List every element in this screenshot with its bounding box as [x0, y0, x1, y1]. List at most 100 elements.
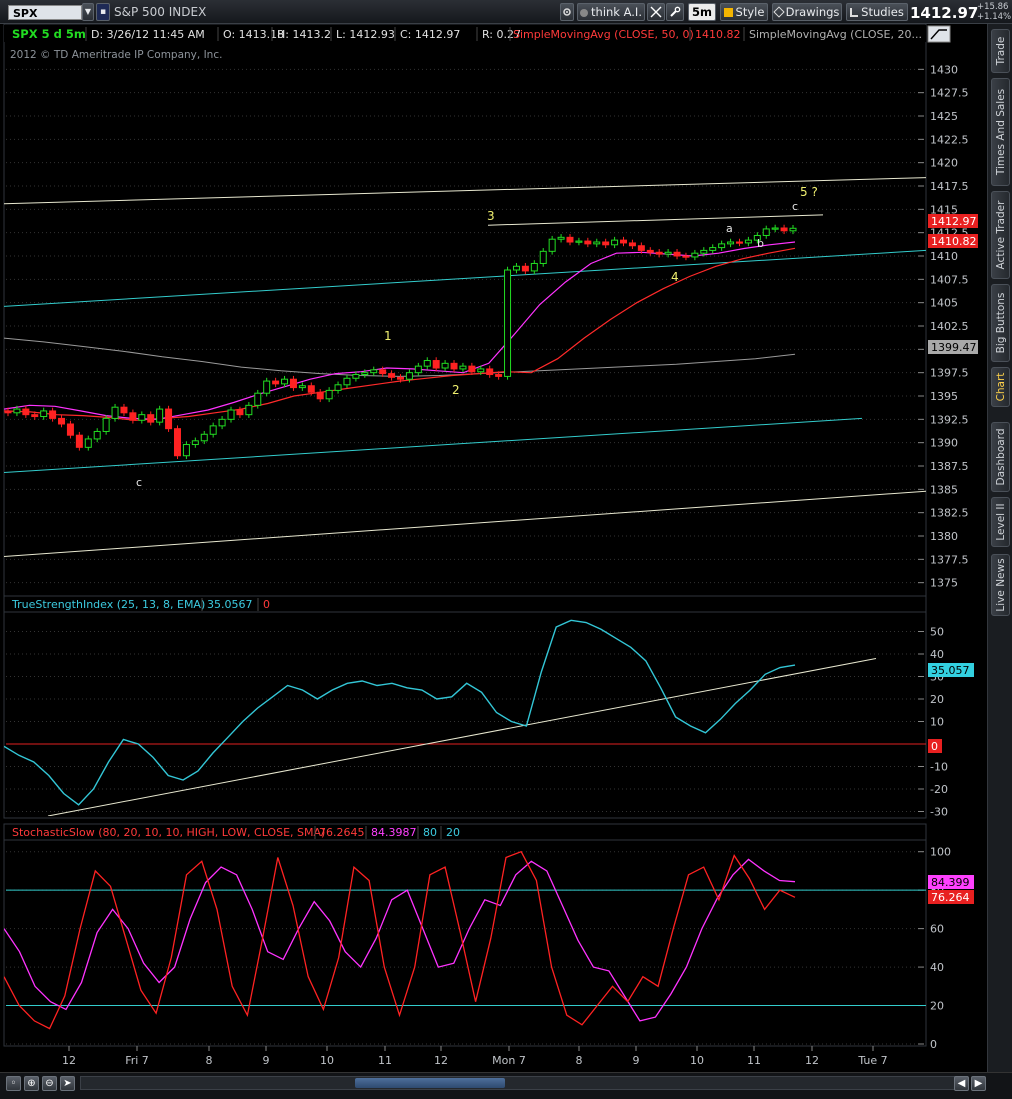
- stoch-tick-label: 40: [930, 961, 944, 974]
- time-scrollbar[interactable]: [80, 1076, 968, 1090]
- candle-body: [31, 414, 39, 418]
- candle-body: [334, 384, 342, 391]
- tab-active-trader-label: Active Trader: [994, 200, 1007, 270]
- chart-bottom-bar: ◦ ⊕ ⊖ ➤ ◀ ▶: [0, 1072, 1012, 1099]
- stoch-k-value: 76.2645: [319, 826, 365, 839]
- drawings-icon: [772, 6, 785, 18]
- wrench-icon[interactable]: [666, 3, 684, 21]
- tsi-zero: 0: [263, 598, 270, 611]
- drawings-button[interactable]: Drawings: [772, 3, 842, 21]
- candle-body: [611, 239, 619, 246]
- candle-body: [272, 380, 280, 385]
- tab-level-ii[interactable]: Level II: [991, 497, 1010, 547]
- stoch-tick-label: 60: [930, 923, 944, 936]
- stoch-oversold: 20: [446, 826, 460, 839]
- price-tick-label: 1390: [930, 437, 958, 450]
- candle-body: [156, 408, 164, 423]
- bar-high: H: 1413.2: [277, 28, 331, 41]
- time-tick-label: Fri 7: [125, 1054, 149, 1067]
- settings-icon[interactable]: [560, 3, 574, 21]
- candle-body: [218, 418, 226, 427]
- price-badge-text: 1412.97: [931, 215, 977, 228]
- tsi-tick-label: 40: [930, 648, 944, 661]
- tab-dashboard[interactable]: Dashboard: [991, 422, 1010, 492]
- copyright-text: 2012 © TD Ameritrade IP Company, Inc.: [10, 49, 222, 61]
- tsi-tick-label: -30: [930, 806, 948, 819]
- time-tick-label: 8: [206, 1054, 213, 1067]
- tab-active-trader[interactable]: Active Trader: [991, 191, 1010, 279]
- symbol-dropdown-button[interactable]: ▼: [82, 3, 94, 21]
- symbol-input[interactable]: SPX: [8, 5, 82, 20]
- tab-big-buttons[interactable]: Big Buttons: [991, 284, 1010, 362]
- candle-body: [539, 250, 547, 264]
- tsi-tick-label: -20: [930, 783, 948, 796]
- time-tick-label: Mon 7: [492, 1054, 526, 1067]
- candle-body: [13, 408, 21, 414]
- tab-live-news[interactable]: Live News: [991, 554, 1010, 616]
- candle-body: [361, 372, 369, 376]
- tab-big-buttons-label: Big Buttons: [994, 292, 1007, 354]
- autoscale-icon[interactable]: [927, 25, 951, 43]
- sma50-value: 1410.82: [695, 28, 741, 41]
- tsi-zero-badge-text: 0: [931, 740, 938, 753]
- candle-body: [495, 374, 503, 377]
- candle-body: [147, 414, 155, 423]
- style-icon: [723, 8, 733, 17]
- pointer-icon[interactable]: ➤: [60, 1076, 75, 1091]
- zoom-out-icon[interactable]: ⊖: [42, 1076, 57, 1091]
- tab-trade[interactable]: Trade: [991, 29, 1010, 73]
- zoom-in-icon[interactable]: ⊕: [24, 1076, 39, 1091]
- candle-body: [504, 269, 512, 377]
- scroll-left-icon[interactable]: ◀: [954, 1076, 969, 1091]
- candle-body: [263, 380, 271, 394]
- bar-open: O: 1413.18: [223, 28, 284, 41]
- candle-body: [316, 391, 324, 400]
- tsi-value: 35.0567: [207, 598, 253, 611]
- time-tick-label: 9: [263, 1054, 270, 1067]
- time-axis: 12 Fri 7 8 9 10 11 12 Mon 7 8 9 10 11 12 Tue 7: [4, 1046, 926, 1072]
- expand-icon[interactable]: [647, 3, 665, 21]
- candle-body: [575, 240, 583, 243]
- cursor-mode-icon[interactable]: ◦: [6, 1076, 21, 1091]
- candle-body: [709, 247, 717, 251]
- candle-body: [744, 239, 752, 244]
- tab-chart[interactable]: Chart: [991, 367, 1010, 407]
- stoch-k-badge-text: 76.264: [931, 891, 970, 904]
- price-info-header: SPX 5 d 5m D: 3/26/12 11:45 AM O: 1413.1…: [4, 25, 951, 43]
- timeframe-selector[interactable]: 5m: [688, 3, 716, 21]
- tab-times-and-sales[interactable]: Times And Sales: [991, 78, 1010, 186]
- candle-body: [628, 242, 636, 247]
- candle-body: [620, 239, 628, 244]
- candle-body: [4, 410, 12, 414]
- price-panel: [3, 24, 927, 609]
- candle-body: [209, 425, 217, 435]
- candle-body: [22, 408, 30, 416]
- wave-label-c-lower: c: [136, 476, 142, 489]
- candle-body: [129, 412, 137, 421]
- candle-body: [566, 236, 574, 243]
- candle-body: [771, 227, 779, 230]
- time-tick-label: Tue 7: [857, 1054, 887, 1067]
- stoch-overbought: 80: [423, 826, 437, 839]
- candle-body: [459, 365, 467, 370]
- wave-label-1: 1: [384, 329, 392, 343]
- price-tick-label: 1427.5: [930, 87, 969, 100]
- time-scrollbar-thumb[interactable]: [355, 1078, 505, 1088]
- candle-body: [245, 404, 253, 416]
- studies-button[interactable]: Studies: [846, 3, 908, 21]
- tab-chart-label: Chart: [994, 372, 1007, 402]
- candle-body: [441, 362, 449, 369]
- candle-body: [602, 241, 610, 246]
- stoch-header: StochasticSlow (80, 20, 10, 10, HIGH, LO…: [3, 823, 927, 841]
- time-tick-label: 8: [576, 1054, 583, 1067]
- candle-body: [637, 245, 645, 251]
- style-button[interactable]: Style: [720, 3, 768, 21]
- symbol-link-icon[interactable]: ▪: [96, 3, 110, 21]
- tab-level-ii-label: Level II: [994, 503, 1007, 541]
- chart-canvas[interactable]: 13751377.513801382.513851387.513901392.5…: [0, 24, 987, 1072]
- scroll-right-icon[interactable]: ▶: [971, 1076, 986, 1091]
- price-tick-label: 1417.5: [930, 180, 969, 193]
- candle-body: [548, 238, 556, 252]
- think-ai-button[interactable]: think A.I.: [577, 3, 645, 21]
- candle-body: [584, 240, 592, 245]
